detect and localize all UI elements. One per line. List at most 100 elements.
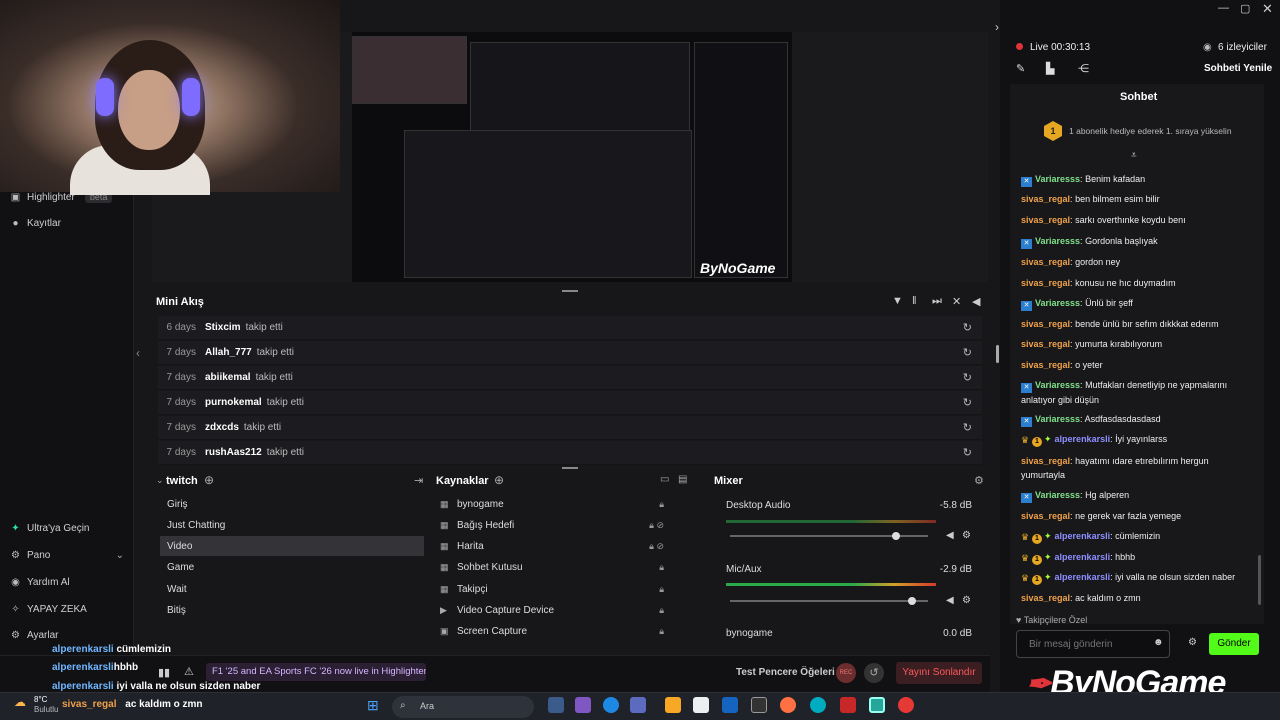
source-item[interactable]: ▦ bynogame 🔒︎ — [440, 494, 668, 514]
source-item[interactable]: ▦ Bağış Hedefi 🔒︎ ⊘ — [440, 515, 668, 535]
scene-item[interactable]: Bitiş — [160, 600, 424, 620]
minimize-icon[interactable]: — — [1218, 2, 1229, 14]
speaker-icon[interactable]: ◀ — [946, 530, 954, 541]
group-icon[interactable]: ▭ — [660, 474, 669, 485]
chat-username[interactable]: alperenkarsli — [1055, 552, 1111, 562]
skip-icon[interactable]: ⏭ — [932, 295, 942, 308]
stats-icon[interactable]: ▮▮ — [158, 666, 170, 679]
chat-username[interactable]: sivas_regal — [1021, 194, 1070, 204]
streamlabs-icon[interactable] — [869, 697, 885, 713]
gear-icon[interactable]: ⚙ — [962, 530, 971, 541]
volume-slider[interactable] — [730, 600, 928, 602]
replay-icon[interactable]: ↻ — [963, 421, 972, 434]
outlook-icon[interactable] — [722, 697, 738, 713]
lock-icon[interactable]: 🔒︎ — [659, 605, 664, 616]
sidebar-item-kayitlar[interactable]: ● Kayıtlar — [10, 218, 60, 229]
end-stream-button[interactable]: Yayını Sonlandır — [896, 662, 982, 684]
taskbar-search[interactable]: ⌕ Ara — [392, 696, 534, 718]
lock-icon[interactable]: 🔒︎ ⊘ — [649, 520, 664, 531]
send-button[interactable]: Gönder — [1209, 633, 1259, 655]
chat-scrollbar[interactable] — [1258, 555, 1261, 605]
source-item[interactable]: ▣ Screen Capture 🔒︎ — [440, 621, 668, 641]
share-icon[interactable]: ⋲ — [1078, 62, 1089, 75]
chat-username[interactable]: sivas_regal — [1021, 593, 1070, 603]
edit-icon[interactable]: ✎ — [1016, 62, 1025, 75]
lock-icon[interactable]: 🔒︎ — [659, 499, 664, 510]
folder-icon[interactable]: ▤ — [678, 474, 687, 485]
pin-icon[interactable]: ⩡ — [1131, 150, 1137, 161]
chat-username[interactable]: Variaresss — [1035, 414, 1080, 424]
mixer-settings-icon[interactable]: ⚙ — [974, 474, 984, 487]
replay-icon[interactable]: ↻ — [963, 396, 972, 409]
copilot-icon[interactable] — [575, 697, 591, 713]
replay-buffer-icon[interactable]: ↺ — [864, 663, 884, 683]
gear-icon[interactable]: ⚙ — [962, 595, 971, 606]
browser-icon[interactable] — [810, 697, 826, 713]
alert-icon[interactable]: ⚠ — [184, 665, 194, 678]
lock-icon[interactable]: 🔒︎ ⊘ — [649, 541, 664, 552]
chat-username[interactable]: Variaresss — [1035, 174, 1080, 184]
scrollbar[interactable] — [996, 345, 999, 363]
pause-icon[interactable]: ‖ — [912, 295, 917, 307]
filter-icon[interactable]: ▼ — [892, 295, 903, 307]
sidebar-item-pano[interactable]: ⚙ Pano ⌄ — [10, 550, 124, 561]
lock-icon[interactable]: 🔒︎ — [659, 562, 664, 573]
chat-username[interactable]: Variaresss — [1035, 490, 1080, 500]
chat-username[interactable]: sivas_regal — [1021, 339, 1070, 349]
scene-transition-icon[interactable]: ⇥ — [414, 474, 423, 487]
file-explorer-icon[interactable] — [665, 697, 681, 713]
sidebar-item-ultra[interactable]: ✦ Ultra'ya Geçin — [10, 523, 89, 534]
scene-item[interactable]: Giriş — [160, 494, 424, 514]
replay-icon[interactable]: ↻ — [963, 321, 972, 334]
chat-username[interactable]: sivas_regal — [1021, 319, 1070, 329]
source-item[interactable]: ▦ Harita 🔒︎ ⊘ — [440, 536, 668, 556]
maximize-icon[interactable]: ▢ — [1240, 2, 1250, 15]
lock-icon[interactable]: 🔒︎ — [659, 584, 664, 595]
add-scene-icon[interactable]: ⊕ — [204, 473, 214, 487]
chat-settings-icon[interactable]: ⚙ — [1188, 637, 1197, 648]
chat-username[interactable]: Variaresss — [1035, 298, 1080, 308]
collapse-left-icon[interactable]: ‹ — [136, 346, 140, 360]
overlay-icon[interactable]: ▙ — [1046, 62, 1054, 75]
edge-icon[interactable] — [603, 697, 619, 713]
expand-right-icon[interactable]: › — [995, 20, 999, 34]
source-item[interactable]: ▶ Video Capture Device 🔒︎ — [440, 600, 668, 620]
sidebar-item-ai[interactable]: ✧ YAPAY ZEKA — [10, 604, 87, 615]
scene-item[interactable]: Game — [160, 557, 424, 577]
sidebar-item-ayarlar[interactable]: ⚙ Ayarlar — [10, 630, 58, 641]
speaker-icon[interactable]: ◀ — [946, 595, 954, 606]
windows-start-icon[interactable]: ⊞ — [367, 697, 379, 714]
firefox-icon[interactable] — [780, 697, 796, 713]
scene-item-selected[interactable]: Video — [160, 536, 424, 556]
source-item[interactable]: ▦ Sohbet Kutusu 🔒︎ — [440, 557, 668, 577]
scene-item[interactable]: Just Chatting — [160, 515, 424, 535]
replay-icon[interactable]: ↻ — [963, 446, 972, 459]
chat-username[interactable]: alperenkarsli — [1055, 531, 1111, 541]
chat-username[interactable]: alperenkarsli — [1055, 572, 1111, 582]
chat-username[interactable]: sivas_regal — [1021, 511, 1070, 521]
scene-collection-title[interactable]: twitch — [166, 475, 198, 487]
scene-item[interactable]: Wait — [160, 579, 424, 599]
chat-username[interactable]: Variaresss — [1035, 380, 1080, 390]
chat-username[interactable]: sivas_regal — [1021, 257, 1070, 267]
refresh-chat-button[interactable]: Sohbeti Yenile — [1204, 63, 1272, 74]
close-icon[interactable]: ✕ — [1262, 1, 1273, 17]
task-view-icon[interactable] — [548, 697, 564, 713]
teams-icon[interactable] — [630, 697, 646, 713]
emoji-icon[interactable]: ☻ — [1153, 637, 1164, 648]
chat-username[interactable]: sivas_regal — [1021, 456, 1070, 466]
chat-username[interactable]: Variaresss — [1035, 236, 1080, 246]
add-source-icon[interactable]: ⊕ — [494, 473, 504, 487]
sidebar-item-yardim[interactable]: ◉ Yardım Al — [10, 577, 69, 588]
news-banner[interactable]: F1 '25 and EA Sports FC '26 now live in … — [206, 663, 426, 681]
chat-username[interactable]: sivas_regal — [1021, 360, 1070, 370]
source-item[interactable]: ▦ Takipçi 🔒︎ — [440, 579, 668, 599]
resize-handle[interactable] — [562, 467, 578, 469]
app-red-icon[interactable] — [840, 697, 856, 713]
test-widgets-button[interactable]: Test Pencere Öğeleri — [736, 667, 835, 678]
chrome-icon[interactable] — [898, 697, 914, 713]
store-icon[interactable] — [693, 697, 709, 713]
chat-username[interactable]: alperenkarsli — [1055, 434, 1111, 444]
record-button[interactable]: REC — [836, 663, 856, 683]
volume-icon[interactable]: ◀ — [972, 295, 980, 308]
